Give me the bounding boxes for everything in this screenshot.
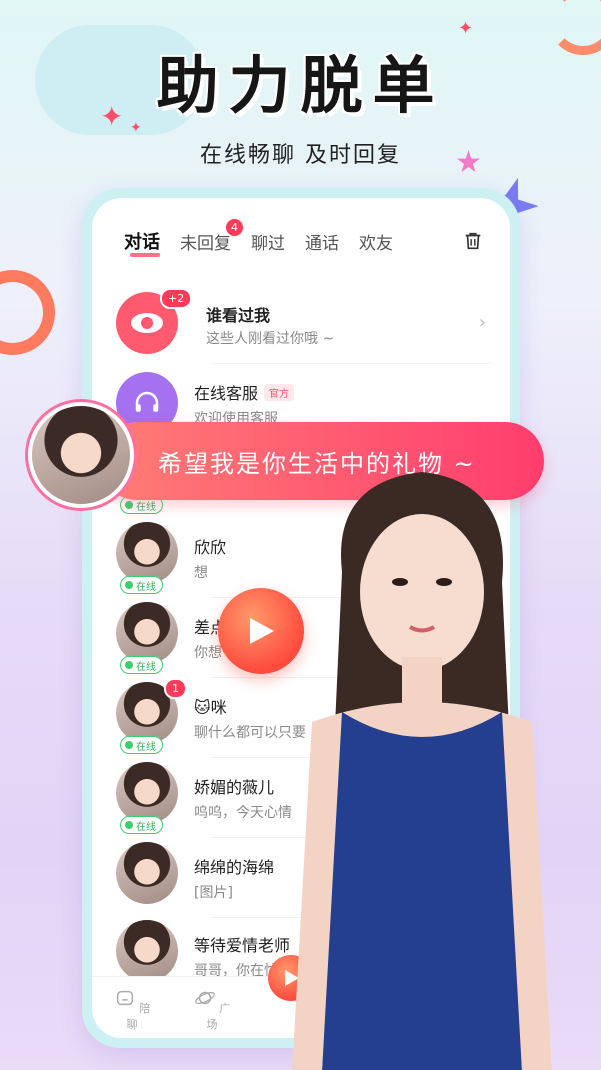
model-photo: [292, 472, 552, 1070]
online-label: 在线: [136, 741, 156, 753]
contact-name: 娇媚的薇儿: [194, 778, 275, 797]
contact-name: 绵绵的海绵: [194, 858, 275, 877]
service-title: 在线客服 官方: [194, 380, 295, 404]
online-badge: 在线: [120, 656, 163, 674]
official-tag: 官方: [264, 384, 295, 401]
online-label: 在线: [136, 821, 156, 833]
tab-friends[interactable]: 欢友: [359, 229, 393, 254]
tab-unreplied[interactable]: 未回复 4: [180, 218, 243, 254]
viewers-title: 谁看过我: [206, 306, 271, 325]
planet-icon: [194, 991, 215, 1005]
contact-last-message: 想: [194, 565, 208, 581]
avatar: [116, 602, 178, 664]
hero-title: 助力脱单: [156, 49, 445, 122]
avatar: [116, 522, 178, 584]
conversation-tabs: 对话 未回复 4 聊过 通话 欢友: [124, 218, 484, 257]
tab-unreplied-label: 未回复: [180, 233, 231, 254]
tab-chat[interactable]: 对话: [124, 228, 160, 257]
avatar: [116, 842, 178, 904]
nav-item-plaza[interactable]: 广场: [192, 987, 232, 1032]
viewers-count-badge: +2: [160, 288, 193, 309]
list-item-viewers[interactable]: +2 谁看过我 这些人刚看过你哦 ~ ›: [116, 284, 492, 364]
unreplied-count-badge: 4: [226, 218, 243, 236]
contact-name: 🐱咪: [194, 698, 227, 717]
online-badge: 在线: [120, 736, 163, 754]
tab-calls[interactable]: 通话: [305, 229, 339, 254]
nav-item-chat[interactable]: 陪聊: [112, 987, 152, 1032]
unread-count-badge: 1: [164, 678, 187, 699]
avatar: [116, 920, 178, 982]
online-label: 在线: [136, 661, 156, 673]
contact-name: 欣欣: [194, 538, 227, 557]
chevron-right-icon: ›: [478, 312, 486, 333]
online-badge: 在线: [120, 816, 163, 834]
trash-icon[interactable]: [462, 230, 484, 252]
home-icon: [116, 990, 133, 1006]
contact-last-message: [图片]: [194, 885, 233, 901]
online-badge: 在线: [120, 576, 163, 594]
bubble-avatar: [28, 402, 134, 508]
viewers-subtitle: 这些人刚看过你哦 ~: [206, 331, 335, 347]
service-name: 在线客服: [194, 384, 259, 403]
avatar: [116, 762, 178, 824]
hero-subtitle: 在线畅聊 及时回复: [200, 143, 401, 168]
online-label: 在线: [136, 581, 156, 593]
tab-chatted[interactable]: 聊过: [251, 229, 285, 254]
ring-decoration-left: [0, 270, 55, 355]
